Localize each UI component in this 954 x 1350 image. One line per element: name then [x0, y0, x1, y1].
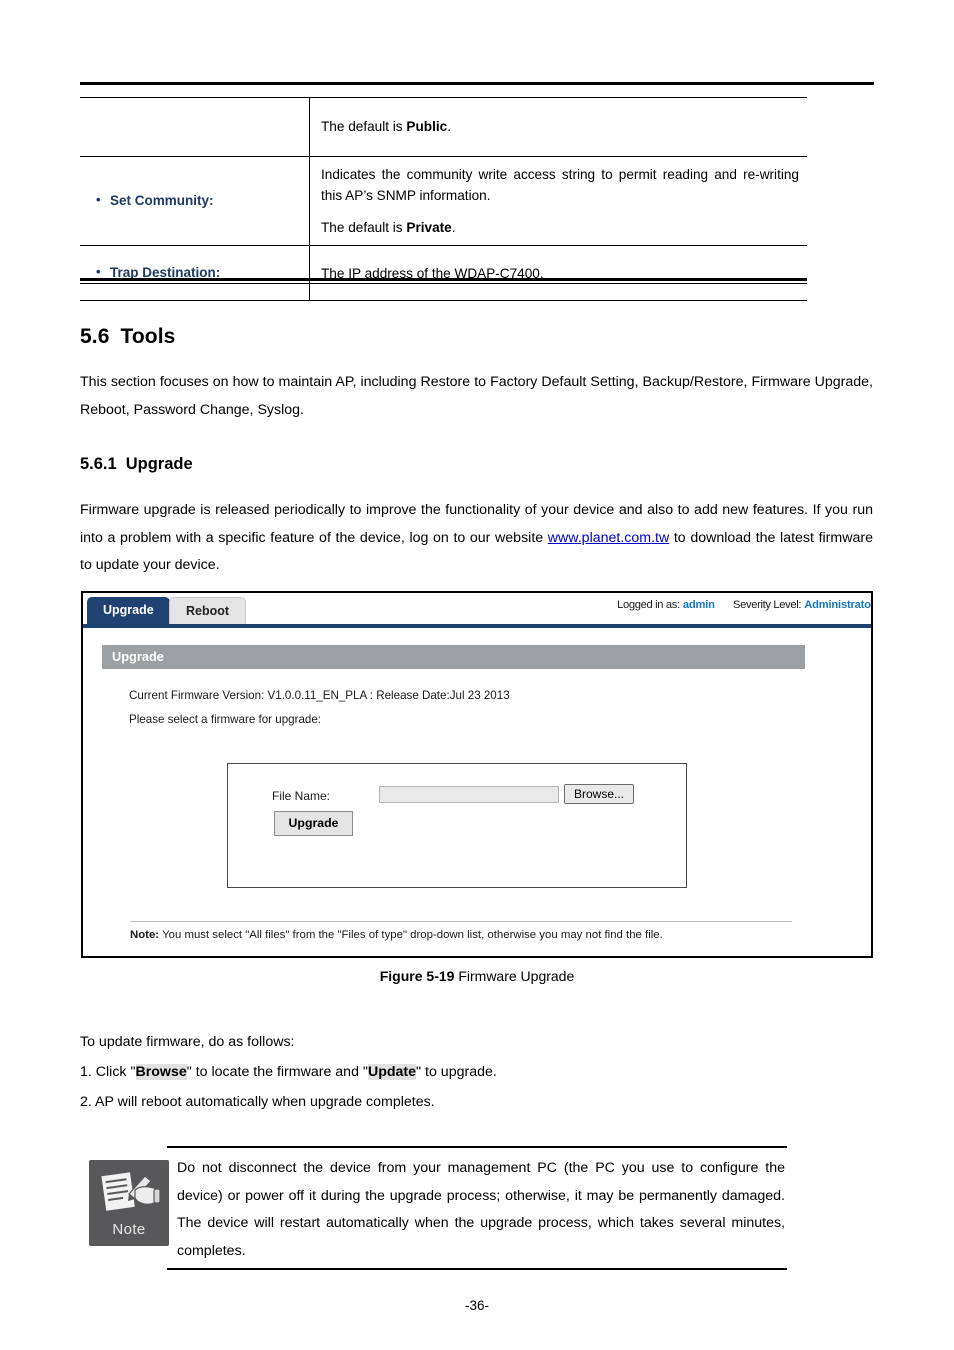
- section-title: Tools: [120, 325, 176, 348]
- table-cell-label: Trap Destination:: [80, 245, 310, 302]
- section-heading-tools: 5.6 Tools: [80, 325, 175, 349]
- logged-in-label: Logged in as:: [617, 599, 680, 611]
- text-bold: Private: [406, 220, 452, 236]
- planet-website-link[interactable]: www.planet.com.tw: [548, 530, 669, 546]
- text-fragment: .: [447, 119, 451, 135]
- section-number: 5.6: [80, 325, 110, 348]
- instructions-lead: To update firmware, do as follows:: [80, 1034, 295, 1050]
- subsection-heading-upgrade: 5.6.1 Upgrade: [80, 455, 193, 474]
- page-header-rule: [80, 82, 874, 85]
- text-fragment: 1. Click ": [80, 1064, 136, 1080]
- note-block-text: Do not disconnect the device from your m…: [177, 1160, 785, 1260]
- update-keyword: Update: [367, 1064, 417, 1080]
- table-row: Set Community: Indicates the community w…: [80, 155, 807, 247]
- login-status-bar: Logged in as: admin Severity Level: Admi…: [617, 599, 873, 611]
- table-bottom-rule: [80, 278, 807, 281]
- subsection-intro-paragraph: Firmware upgrade is released periodicall…: [80, 497, 873, 580]
- table-cell-description: The IP address of the WDAP-C7400.: [309, 245, 807, 302]
- browse-keyword: Browse: [135, 1064, 187, 1080]
- severity-level-value: Administrator: [804, 599, 873, 611]
- select-firmware-prompt: Please select a firmware for upgrade:: [129, 713, 322, 726]
- note-icon: Note: [89, 1160, 169, 1246]
- text-fragment: You must select "All files" from the "Fi…: [159, 929, 663, 941]
- text-fragment: The default is: [321, 220, 407, 236]
- tab-reboot[interactable]: Reboot: [169, 597, 247, 624]
- figure-note-label: Note:: [130, 929, 160, 941]
- text-bold: Public: [406, 119, 448, 135]
- note-block-bottom-rule: [167, 1268, 787, 1270]
- tab-upgrade[interactable]: Upgrade: [87, 597, 170, 624]
- file-name-input[interactable]: [379, 786, 559, 803]
- firmware-upload-panel: File Name: Browse... Upgrade: [227, 763, 687, 888]
- severity-level-label: Severity Level:: [733, 599, 802, 611]
- table-cell-label: [80, 97, 310, 157]
- file-name-label: File Name:: [272, 789, 331, 803]
- table-cell-description: Indicates the community write access str…: [309, 155, 807, 247]
- upgrade-button[interactable]: Upgrade: [274, 811, 353, 836]
- description-paragraph: The default is Private.: [321, 217, 799, 238]
- text-fragment: Indicates the community write access str…: [321, 167, 799, 204]
- description-paragraph: Indicates the community write access str…: [321, 164, 799, 206]
- figure-caption: Figure 5-19 Firmware Upgrade: [0, 968, 954, 984]
- text-fragment: .: [451, 220, 456, 236]
- instruction-step-1: 1. Click "Browse" to locate the firmware…: [80, 1059, 873, 1087]
- document-page: The default is Public. Set Community: In…: [0, 0, 954, 1350]
- figure-caption-text: Firmware Upgrade: [454, 968, 575, 984]
- text-fragment: " to locate the firmware and ": [186, 1064, 368, 1080]
- firmware-upgrade-ui-figure: Upgrade Reboot Logged in as: admin Sever…: [81, 591, 873, 958]
- subsection-number: 5.6.1: [80, 455, 117, 473]
- logged-in-value: admin: [682, 599, 715, 611]
- instruction-step-2: 2. AP will reboot automatically when upg…: [80, 1094, 435, 1110]
- figure-note-separator: [130, 921, 792, 922]
- note-block-top-rule: [167, 1146, 787, 1148]
- parameter-table: The default is Public. Set Community: In…: [80, 97, 807, 302]
- current-firmware-version-text: Current Firmware Version: V1.0.0.11_EN_P…: [129, 689, 510, 702]
- panel-header-upgrade: Upgrade: [102, 645, 805, 669]
- browse-button[interactable]: Browse...: [564, 784, 634, 804]
- table-cell-description: The default is Public.: [309, 97, 807, 157]
- page-number: -36-: [464, 1298, 489, 1313]
- note-icon-caption: Note: [112, 1221, 146, 1238]
- section-intro-paragraph: This section focuses on how to maintain …: [80, 374, 873, 418]
- table-row: The default is Public.: [80, 97, 807, 157]
- subsection-title: Upgrade: [125, 455, 193, 473]
- description-paragraph: The default is Public.: [321, 116, 799, 137]
- param-label-set-community: Set Community:: [94, 191, 299, 210]
- text-fragment: The default is: [321, 119, 407, 135]
- figure-caption-label: Figure 5-19: [379, 968, 455, 984]
- table-row: Trap Destination: The IP address of the …: [80, 245, 807, 302]
- table-bottom-rule-secondary: [80, 283, 807, 284]
- figure-note-text: Note: You must select "All files" from t…: [130, 929, 663, 941]
- note-icon-glyph: [100, 1170, 161, 1213]
- ui-tab-bar: Upgrade Reboot Logged in as: admin Sever…: [83, 593, 871, 628]
- text-fragment: " to upgrade.: [416, 1064, 497, 1080]
- table-cell-label: Set Community:: [80, 155, 310, 247]
